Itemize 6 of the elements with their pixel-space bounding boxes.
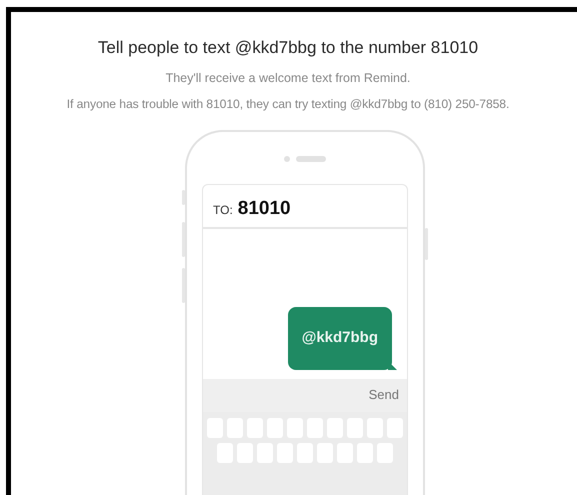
info-text: They'll receive a welcome text from Remind. — [164, 70, 412, 87]
heading: Tell people to text @kkd7bbg to the number 81010 — [96, 37, 480, 59]
info-text: If anyone has trouble with 81010, they can try texting @kkd7bbg to (810) 250-7858. — [66, 96, 510, 114]
phone-number: 81010 — [238, 196, 291, 221]
to-label: TO: — [213, 202, 233, 219]
send-label: Send — [368, 386, 399, 404]
